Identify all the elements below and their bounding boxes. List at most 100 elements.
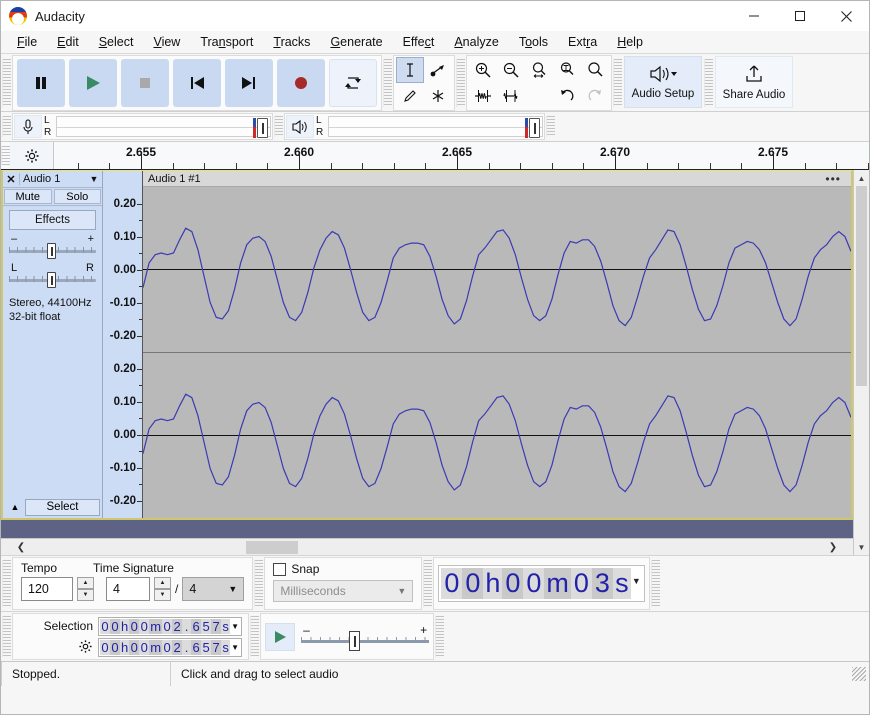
tempo-input[interactable]: 120: [21, 577, 73, 601]
menu-generate[interactable]: Generate: [320, 33, 392, 51]
snap-checkbox[interactable]: [273, 562, 287, 576]
collapse-track-icon[interactable]: ▲: [5, 498, 25, 516]
audio-position-digit[interactable]: 0: [502, 568, 524, 599]
snap-unit-select[interactable]: Milliseconds ▼: [273, 580, 414, 602]
zoom-toggle-icon[interactable]: [581, 57, 609, 83]
selection-end-chevron-icon[interactable]: ▼: [230, 642, 241, 652]
playback-speed-thumb[interactable]: [349, 630, 361, 651]
trim-audio-icon[interactable]: [469, 83, 497, 109]
menu-tools[interactable]: Tools: [509, 33, 558, 51]
selection-digit[interactable]: 7: [211, 639, 222, 655]
play-button[interactable]: [69, 59, 117, 107]
play-meter-grip[interactable]: [274, 116, 283, 137]
selection-unit[interactable]: h: [120, 618, 130, 634]
select-track-button[interactable]: Select: [25, 498, 100, 516]
menu-effect[interactable]: Effect: [393, 33, 445, 51]
timeline-grip[interactable]: [1, 146, 10, 165]
audio-position-display[interactable]: 00h00m03s ▼: [438, 565, 645, 602]
pan-slider-thumb[interactable]: [47, 272, 56, 288]
horizontal-scrollbar[interactable]: ❮ ❯: [1, 538, 853, 555]
zoom-in-icon[interactable]: [469, 57, 497, 83]
fit-selection-icon[interactable]: [525, 57, 553, 83]
selection-digit[interactable]: 5: [201, 618, 212, 634]
time-signature-grip[interactable]: [2, 560, 11, 607]
horizontal-scroll-thumb[interactable]: [246, 540, 298, 554]
tempo-stepper-up[interactable]: ▲: [77, 577, 94, 589]
playback-speed-slider[interactable]: – +: [301, 623, 430, 651]
multi-tool-icon[interactable]: [424, 83, 452, 109]
audio-setup-button[interactable]: Audio Setup: [624, 56, 702, 108]
selection-digit[interactable]: 6: [191, 618, 202, 634]
menu-extra[interactable]: Extra: [558, 33, 607, 51]
audio-position-unit[interactable]: h: [483, 568, 503, 599]
maximize-button[interactable]: [777, 1, 823, 31]
time-signature-stepper[interactable]: ▲ ▼: [154, 577, 171, 601]
time-display-grip[interactable]: [423, 560, 433, 607]
loop-button[interactable]: [329, 59, 377, 107]
selection-digit[interactable]: 7: [211, 618, 222, 634]
speaker-meter-icon[interactable]: [286, 115, 314, 138]
clip-overflow-menu-icon[interactable]: •••: [825, 172, 851, 186]
scroll-right-icon[interactable]: ❯: [813, 542, 853, 553]
vertical-scrollbar[interactable]: ▲ ▼: [853, 170, 869, 555]
selection-digit[interactable]: 0: [139, 639, 150, 655]
minimize-button[interactable]: [731, 1, 777, 31]
time-signature-stepper-down[interactable]: ▼: [154, 589, 171, 601]
selection-unit[interactable]: s: [221, 639, 231, 655]
tempo-stepper-down[interactable]: ▼: [77, 589, 94, 601]
menu-tracks[interactable]: Tracks: [263, 33, 320, 51]
selection-start-field[interactable]: 00h00m02.657s ▼: [98, 616, 243, 636]
play-at-speed-button[interactable]: [265, 622, 296, 651]
horizontal-scroll-track[interactable]: [41, 540, 813, 555]
audio-position-chevron-icon[interactable]: ▼: [630, 575, 642, 592]
selection-digit[interactable]: 6: [191, 639, 202, 655]
record-meter-grip[interactable]: [2, 116, 11, 137]
selection-digit[interactable]: 0: [100, 639, 110, 655]
selection-unit[interactable]: .: [182, 618, 192, 634]
selection-tool-icon[interactable]: [396, 57, 424, 83]
timeline-options-button[interactable]: [10, 142, 54, 169]
skip-to-end-button[interactable]: [225, 59, 273, 107]
menu-transport[interactable]: Transport: [190, 33, 263, 51]
skip-to-start-button[interactable]: [173, 59, 221, 107]
selection-digit[interactable]: 5: [201, 639, 212, 655]
track-menu-chevron-down-icon[interactable]: ▼: [86, 174, 102, 184]
envelope-tool-icon[interactable]: [424, 57, 452, 83]
resize-grip-icon[interactable]: [852, 666, 866, 681]
audio-setup-grip[interactable]: [613, 59, 622, 107]
selection-digit[interactable]: 0: [162, 639, 173, 655]
audio-position-digit[interactable]: 3: [591, 568, 613, 599]
undo-icon[interactable]: [553, 83, 581, 109]
clip-header[interactable]: Audio 1 #1 •••: [143, 171, 851, 187]
vertical-ruler[interactable]: 0.20 0.10 0.00 -0.10 -0.20 0.20 0.10 0.00 -0.10 -…: [103, 171, 143, 518]
selection-digit[interactable]: 0: [129, 618, 140, 634]
mute-button[interactable]: Mute: [4, 189, 52, 204]
audio-position-unit[interactable]: s: [612, 568, 631, 599]
menu-view[interactable]: View: [143, 33, 190, 51]
zoom-out-icon[interactable]: [497, 57, 525, 83]
dock5-end-grip[interactable]: [435, 616, 445, 657]
selection-toolbar-grip[interactable]: [2, 616, 11, 657]
share-audio-button[interactable]: Share Audio: [715, 56, 793, 108]
record-button[interactable]: [277, 59, 325, 107]
time-signature-stepper-up[interactable]: ▲: [154, 577, 171, 589]
selection-unit[interactable]: m: [149, 618, 163, 634]
audio-position-digit[interactable]: 0: [570, 568, 592, 599]
pan-slider[interactable]: L R: [9, 262, 96, 290]
selection-unit[interactable]: .: [182, 639, 192, 655]
gain-slider[interactable]: – +: [9, 233, 96, 261]
pause-button[interactable]: [17, 59, 65, 107]
silence-audio-icon[interactable]: [497, 83, 525, 109]
audio-position-digit[interactable]: 0: [523, 568, 545, 599]
meter-dock-end-grip[interactable]: [546, 116, 555, 137]
selection-unit[interactable]: h: [120, 639, 130, 655]
record-meter-bar[interactable]: [56, 116, 271, 138]
timeline-ruler[interactable]: 2.655 2.660 2.665 2.670 2.675: [54, 142, 869, 169]
selection-digit[interactable]: 0: [139, 618, 150, 634]
menu-edit[interactable]: Edit: [47, 33, 89, 51]
share-audio-grip[interactable]: [704, 59, 713, 107]
audio-position-unit[interactable]: m: [544, 568, 571, 599]
gain-slider-thumb[interactable]: [47, 243, 56, 259]
waveform-channel-right[interactable]: [143, 353, 851, 518]
selection-end-field[interactable]: 00h00m02.657s ▼: [98, 637, 243, 657]
